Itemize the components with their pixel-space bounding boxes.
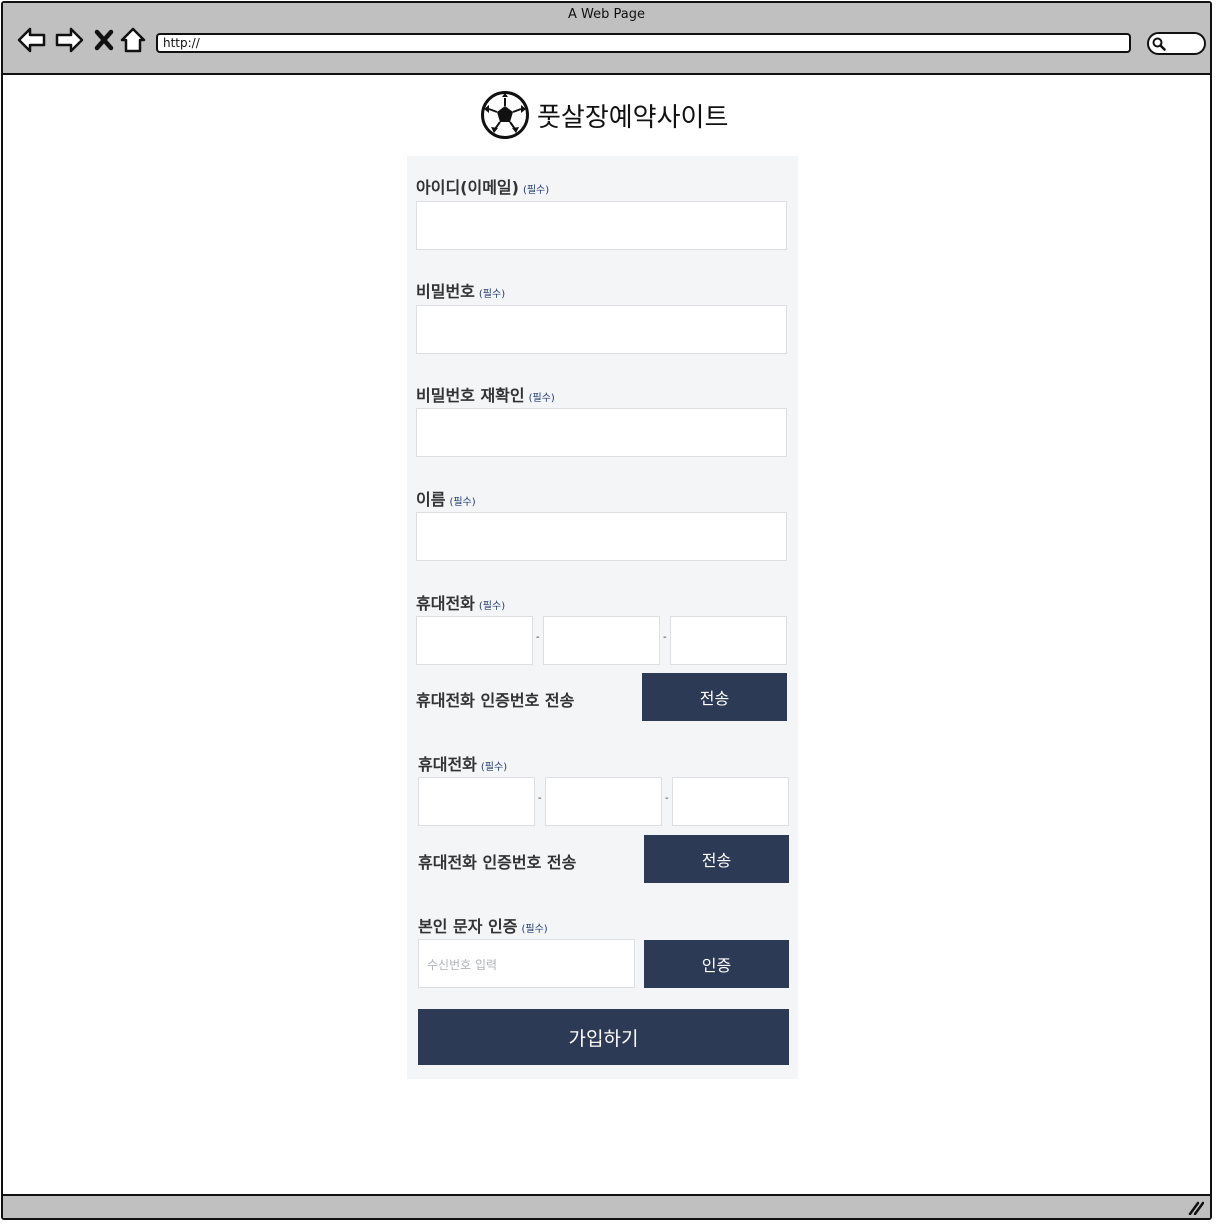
- id-label: 아이디(이메일) (필수): [416, 178, 550, 197]
- address-text: http://: [163, 36, 200, 50]
- phone-part3-input[interactable]: [670, 616, 787, 665]
- password-confirm-input[interactable]: [416, 408, 787, 457]
- signup-submit-button[interactable]: 가입하기: [418, 1009, 789, 1065]
- stop-icon[interactable]: [91, 25, 121, 55]
- phone-verify-label: 휴대전화 인증번호 전송: [416, 691, 575, 710]
- password-input[interactable]: [416, 305, 787, 354]
- phone-part1-input[interactable]: [416, 616, 533, 665]
- window-title: A Web Page: [568, 7, 645, 22]
- browser-titlebar: A Web Page http://: [3, 3, 1210, 75]
- phone-part1-input[interactable]: [418, 777, 535, 826]
- phone-label: 휴대전화 (필수): [416, 594, 506, 613]
- phone-separator: -: [538, 793, 542, 804]
- browser-search-box[interactable]: [1147, 32, 1206, 55]
- sms-code-placeholder: 수신번호 입력: [427, 958, 498, 972]
- sms-verify-label: 본인 문자 인증 (필수): [418, 917, 548, 936]
- phone-part2-input[interactable]: [545, 777, 662, 826]
- signup-form: 아이디(이메일) (필수) 비밀번호 (필수) 비밀번호 재확인 (필수) 이름 (필수…: [407, 156, 798, 1079]
- password-confirm-label: 비밀번호 재확인 (필수): [416, 386, 555, 405]
- phone-label: 휴대전화 (필수): [418, 755, 508, 774]
- resize-grip-icon[interactable]: [1188, 1201, 1204, 1215]
- site-brand: 풋살장예약사이트: [481, 91, 728, 139]
- back-arrow-icon[interactable]: [17, 25, 47, 55]
- required-mark: (필수): [528, 393, 555, 404]
- forward-arrow-icon[interactable]: [54, 25, 84, 55]
- required-mark: (필수): [521, 924, 548, 935]
- phone-part3-input[interactable]: [672, 777, 789, 826]
- send-code-button[interactable]: 전송: [644, 835, 789, 883]
- magnifier-icon: [1152, 37, 1166, 51]
- phone-part2-input[interactable]: [543, 616, 660, 665]
- phone-separator: -: [536, 632, 540, 643]
- soccer-ball-icon: [481, 91, 529, 139]
- name-input[interactable]: [416, 512, 787, 561]
- phone-separator: -: [663, 632, 667, 643]
- phone-separator: -: [665, 793, 669, 804]
- required-mark: (필수): [522, 185, 550, 196]
- required-mark: (필수): [478, 289, 506, 300]
- site-title: 풋살장예약사이트: [537, 102, 729, 133]
- verify-button[interactable]: 인증: [644, 940, 789, 988]
- required-mark: (필수): [478, 601, 506, 612]
- address-bar[interactable]: http://: [156, 33, 1131, 53]
- password-label: 비밀번호 (필수): [416, 282, 506, 301]
- id-email-input[interactable]: [416, 201, 787, 250]
- sms-code-input[interactable]: 수신번호 입력: [418, 939, 635, 988]
- name-label: 이름 (필수): [416, 490, 476, 509]
- browser-statusbar: [3, 1194, 1210, 1218]
- phone-verify-label: 휴대전화 인증번호 전송: [418, 853, 577, 872]
- required-mark: (필수): [480, 762, 508, 773]
- home-icon[interactable]: [119, 25, 149, 55]
- required-mark: (필수): [449, 497, 476, 508]
- send-code-button[interactable]: 전송: [642, 673, 787, 721]
